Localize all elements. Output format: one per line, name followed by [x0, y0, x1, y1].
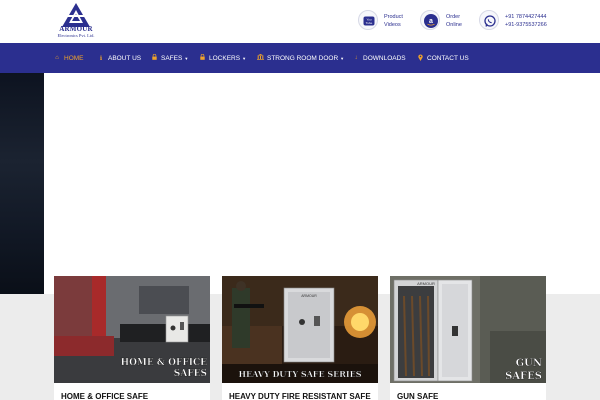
- product-image-gun-safe[interactable]: ARMOUR GUN SAFES: [390, 276, 546, 383]
- nav-item-safes[interactable]: SAFES ▼: [151, 43, 188, 73]
- overlay-text-line2: SAFES: [174, 369, 207, 379]
- download-icon: ↓: [354, 55, 358, 61]
- product-card-gun-safe[interactable]: ARMOUR GUN SAFES GUN SAFE: [390, 276, 546, 400]
- amazon-icon: a: [420, 10, 440, 30]
- chevron-down-icon: ▼: [184, 55, 189, 61]
- nav-item-label: STRONG ROOM DOOR: [267, 54, 339, 62]
- brand-name: ARMOUR: [59, 25, 93, 33]
- whatsapp-icon: [479, 10, 499, 30]
- overlay-text-line1: HOME & OFFICE: [121, 358, 208, 368]
- product-card-heavy-duty-safe[interactable]: ARMOUR HEAVY DUTY SAFE SERIES HEAVY DUTY…: [222, 276, 378, 400]
- product-title[interactable]: HOME & OFFICE SAFE: [61, 392, 148, 400]
- product-videos-text: Product Videos: [384, 13, 403, 29]
- phone-numbers-text: +91 7874427444 +91-9375537266: [505, 13, 547, 29]
- cabinet-label: ARMOUR: [301, 294, 317, 298]
- product-image-heavy-duty-safe[interactable]: ARMOUR HEAVY DUTY SAFE SERIES: [222, 276, 378, 383]
- hero-image-edge: [0, 73, 44, 294]
- main-navigation: ⌂ HOME ℹ ABOUT US SAFES ▼ LOCKERS ▼ STRO…: [0, 43, 600, 73]
- product-videos-line1: Product: [384, 14, 403, 20]
- nav-item-label: SAFES: [161, 54, 183, 62]
- nav-item-label: ABOUT US: [108, 54, 142, 62]
- product-image-home-office-safe[interactable]: HOME & OFFICE SAFES: [54, 276, 210, 383]
- map-marker-icon: [417, 53, 423, 63]
- nav-item-label: HOME: [64, 54, 84, 62]
- brand-subtitle: Electronics Pvt. Ltd.: [57, 33, 95, 38]
- lock-icon: [199, 53, 205, 62]
- phone-number-2: +91-9375537266: [505, 22, 547, 28]
- overlay-text-line2: SAFES: [505, 371, 542, 382]
- logo-mark-icon: [62, 3, 90, 27]
- nav-item-label: DOWNLOADS: [363, 54, 406, 62]
- brand-logo[interactable]: ARMOUR Electronics Pvt. Ltd.: [53, 3, 99, 41]
- nav-item-label: LOCKERS: [209, 54, 241, 62]
- chevron-down-icon: ▼: [242, 55, 247, 61]
- nav-item-lockers[interactable]: LOCKERS ▼: [199, 43, 246, 73]
- product-title[interactable]: GUN SAFE: [397, 392, 438, 400]
- phone-number-1: +91 7874427444: [505, 14, 547, 20]
- order-online-text: Order Online: [446, 13, 462, 29]
- youtube-icon: You Tube: [358, 10, 378, 30]
- nav-item-label: CONTACT US: [427, 54, 469, 62]
- lock-icon: [151, 53, 157, 62]
- product-videos-line2: Videos: [384, 22, 401, 28]
- nav-item-about-us[interactable]: ℹ ABOUT US: [98, 43, 141, 73]
- nav-item-strong-room-door[interactable]: STRONG ROOM DOOR ▼: [257, 43, 344, 73]
- nav-item-contact-us[interactable]: CONTACT US: [417, 43, 469, 73]
- overlay-text-line1: HEAVY DUTY SAFE SERIES: [238, 369, 361, 379]
- product-card-home-office-safe[interactable]: HOME & OFFICE SAFES HOME & OFFICE SAFE: [54, 276, 210, 400]
- site-header: ARMOUR Electronics Pvt. Ltd. You Tube Pr…: [0, 0, 600, 43]
- overlay-text-line1: GUN: [516, 358, 542, 369]
- nav-item-home[interactable]: ⌂ HOME: [54, 43, 84, 73]
- cabinet-label: ARMOUR: [417, 281, 435, 286]
- bank-icon: [257, 54, 264, 62]
- order-online-line2: Online: [446, 22, 462, 28]
- chevron-down-icon: ▼: [340, 55, 345, 61]
- svg-text:Tube: Tube: [366, 21, 373, 25]
- svg-text:a: a: [429, 18, 433, 25]
- page: ARMOUR Electronics Pvt. Ltd. You Tube Pr…: [0, 0, 600, 400]
- nav-item-downloads[interactable]: ↓ DOWNLOADS: [353, 43, 406, 73]
- hero-slider[interactable]: [0, 73, 600, 293]
- order-online-line1: Order: [446, 14, 461, 20]
- info-icon: ℹ: [99, 55, 103, 62]
- product-title[interactable]: HEAVY DUTY FIRE RESISTANT SAFE: [229, 392, 371, 400]
- home-icon: ⌂: [55, 55, 59, 61]
